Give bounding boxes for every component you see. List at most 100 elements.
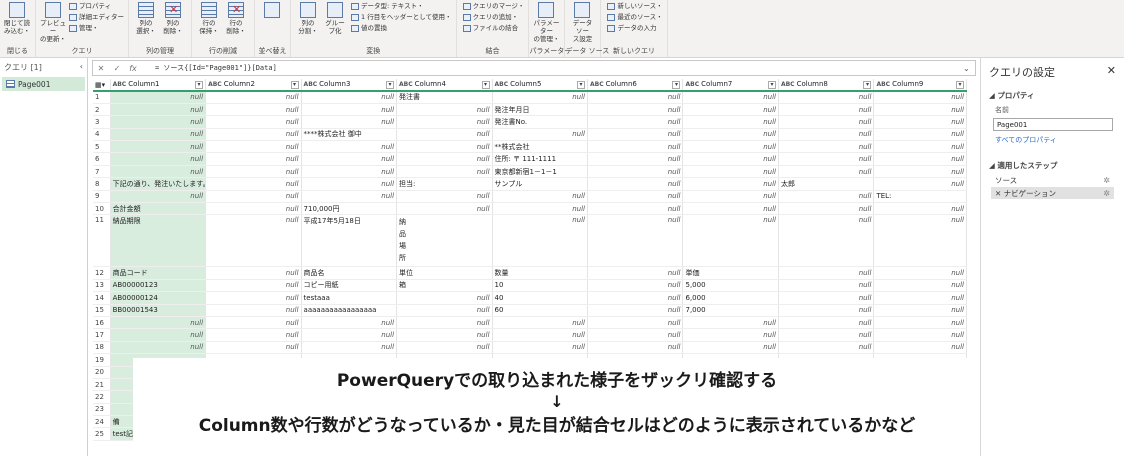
table-cell[interactable]: null <box>301 103 398 117</box>
applied-steps-header[interactable]: ◢ 適用したステップ <box>981 156 1124 173</box>
table-cell[interactable]: null <box>396 103 493 117</box>
ribbon-small-button[interactable]: 最近のソース・ <box>607 12 663 22</box>
table-cell[interactable]: null <box>587 177 684 191</box>
table-cell[interactable]: null <box>682 328 779 342</box>
filter-dropdown-icon[interactable]: ▾ <box>481 81 490 89</box>
ribbon-small-button[interactable]: データ型: テキスト・ <box>351 1 452 11</box>
table-cell[interactable]: AB00000124 <box>110 291 207 305</box>
table-cell[interactable]: null <box>873 165 967 179</box>
table-cell[interactable]: null <box>873 128 967 142</box>
table-cell[interactable]: null <box>873 291 967 305</box>
text-type-icon[interactable]: ABC <box>113 81 127 88</box>
table-cell[interactable]: null <box>205 152 302 166</box>
text-type-icon[interactable]: ABC <box>876 81 890 88</box>
table-cell[interactable]: aaaaaaaaaaaaaaaaa <box>301 304 398 317</box>
table-cell[interactable]: null <box>778 115 875 129</box>
table-cell[interactable]: null <box>110 328 207 342</box>
cancel-formula-icon[interactable]: ✕ <box>93 64 109 73</box>
table-cell[interactable]: 平成17年5月18日 <box>301 214 398 268</box>
formula-text[interactable]: = ソース{[Id="Page001"]}[Data] <box>155 63 277 73</box>
table-cell[interactable]: null <box>396 165 493 179</box>
table-cell[interactable]: 太郎 <box>778 177 875 191</box>
table-cell[interactable]: null <box>587 291 684 305</box>
ribbon-small-button[interactable]: データの入力 <box>607 23 662 33</box>
table-cell[interactable]: null <box>587 128 684 142</box>
table-cell[interactable]: null <box>873 115 967 129</box>
table-cell[interactable]: 5,000 <box>682 279 779 293</box>
table-cell[interactable]: null <box>873 202 967 216</box>
table-cell[interactable]: null <box>301 190 398 204</box>
table-menu-icon[interactable]: ▦▾ <box>93 79 111 92</box>
table-cell[interactable]: null <box>778 152 875 166</box>
table-cell[interactable]: AB00000123 <box>110 279 207 293</box>
ribbon-small-button[interactable]: 詳細エディター <box>69 12 124 22</box>
table-cell[interactable]: null <box>110 128 207 142</box>
split-column-button[interactable]: 列の 分割・ <box>295 1 321 35</box>
table-cell[interactable]: 60 <box>492 304 589 317</box>
table-cell[interactable]: null <box>682 152 779 166</box>
sort-button[interactable] <box>259 1 285 19</box>
table-cell[interactable]: null <box>778 266 875 280</box>
ribbon-small-button[interactable]: プロパティ <box>69 1 124 11</box>
table-cell[interactable]: null <box>205 103 302 117</box>
column-header[interactable]: ABC Column9 ▾ <box>873 79 967 92</box>
table-cell[interactable]: null <box>301 316 398 330</box>
table-cell[interactable]: null <box>873 279 967 293</box>
table-cell[interactable]: null <box>205 128 302 142</box>
table-cell[interactable]: null <box>492 316 589 330</box>
table-cell[interactable]: null <box>301 152 398 166</box>
table-cell[interactable]: null <box>778 91 875 104</box>
table-cell[interactable]: 下記の通り、発注いたします。 <box>110 177 207 191</box>
parameters-button[interactable]: パラメーター の管理・ <box>533 1 559 43</box>
table-cell[interactable]: null <box>587 152 684 166</box>
table-cell[interactable]: null <box>873 304 967 317</box>
table-cell[interactable]: null <box>778 328 875 342</box>
table-cell[interactable]: null <box>587 190 684 204</box>
table-cell[interactable]: ****株式会社 御中 <box>301 128 398 142</box>
table-cell[interactable]: null <box>873 91 967 104</box>
table-cell[interactable]: null <box>492 328 589 342</box>
table-cell[interactable]: null <box>682 103 779 117</box>
table-cell[interactable]: testaaa <box>301 291 398 305</box>
table-cell[interactable]: null <box>301 177 398 191</box>
table-cell[interactable]: null <box>587 202 684 216</box>
table-cell[interactable]: null <box>682 128 779 142</box>
table-cell[interactable]: null <box>205 165 302 179</box>
filter-dropdown-icon[interactable]: ▾ <box>195 81 204 89</box>
ribbon-small-button[interactable]: 1 行目をヘッダーとして使用・ <box>351 12 452 22</box>
table-cell[interactable]: null <box>778 202 875 216</box>
table-cell[interactable]: null <box>301 140 398 154</box>
column-header[interactable]: ABC Column4 ▾ <box>396 79 493 92</box>
name-field[interactable]: Page001 <box>993 118 1113 131</box>
table-cell[interactable]: 箱 <box>396 279 493 293</box>
table-cell[interactable]: null <box>492 91 589 104</box>
table-cell[interactable]: null <box>301 91 398 104</box>
table-cell[interactable]: null <box>396 316 493 330</box>
table-cell[interactable]: 710,000円 <box>301 202 398 216</box>
table-cell[interactable]: null <box>205 115 302 129</box>
table-cell[interactable]: null <box>110 316 207 330</box>
table-cell[interactable]: null <box>205 279 302 293</box>
table-cell[interactable]: null <box>873 328 967 342</box>
table-cell[interactable]: null <box>873 177 967 191</box>
table-cell[interactable]: 東京都新宿1－1－1 <box>492 165 589 179</box>
choose-columns-button[interactable]: 列の 選択・ <box>133 1 159 35</box>
ribbon-small-button[interactable]: 管理・ <box>69 23 124 33</box>
table-cell[interactable]: null <box>587 266 684 280</box>
table-cell[interactable]: null <box>301 328 398 342</box>
table-cell[interactable]: null <box>492 214 589 268</box>
table-cell[interactable]: null <box>682 190 779 204</box>
ribbon-small-button[interactable]: ファイルの結合 <box>462 23 525 33</box>
table-cell[interactable]: null <box>778 279 875 293</box>
table-cell[interactable]: 6,000 <box>682 291 779 305</box>
text-type-icon[interactable]: ABC <box>781 81 795 88</box>
expand-formula-chevron-icon[interactable]: ⌄ <box>963 64 975 73</box>
table-cell[interactable]: null <box>205 341 302 355</box>
table-cell[interactable]: null <box>587 316 684 330</box>
table-cell[interactable]: null <box>873 152 967 166</box>
table-cell[interactable]: 合計金額 <box>110 202 207 216</box>
step-source[interactable]: ソース ✲ <box>991 174 1114 186</box>
table-cell[interactable]: null <box>396 304 493 317</box>
table-cell[interactable]: null <box>587 341 684 355</box>
table-cell[interactable]: null <box>396 140 493 154</box>
